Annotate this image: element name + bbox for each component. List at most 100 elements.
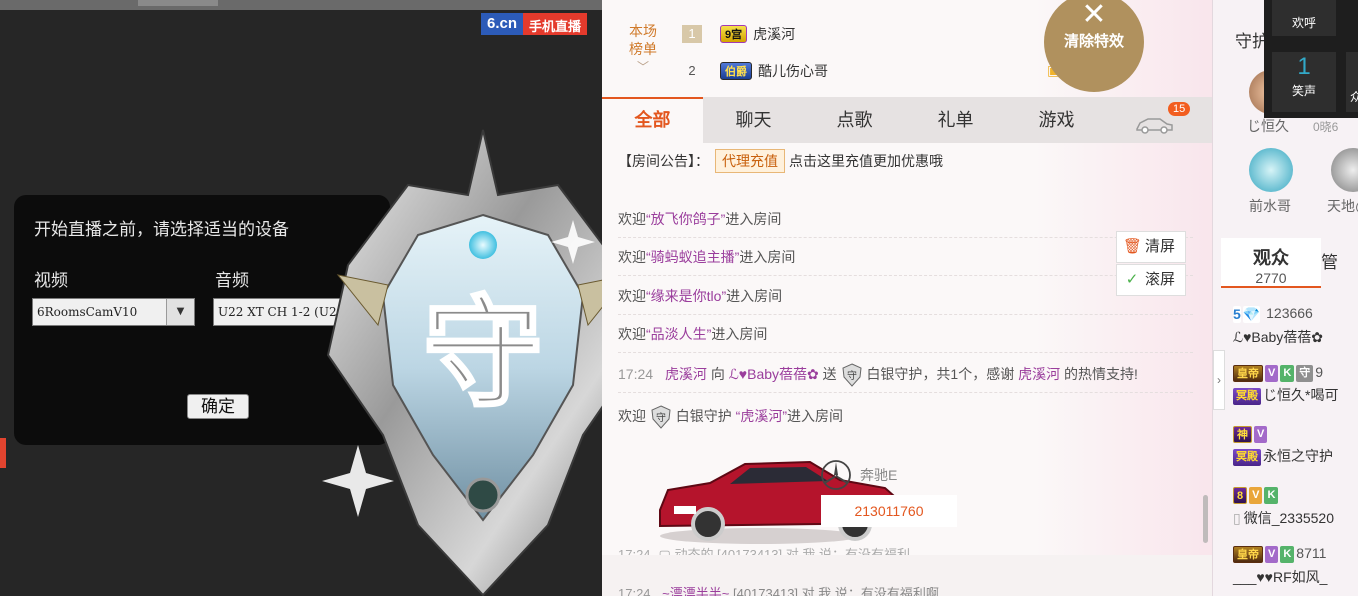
rank-number: 1: [682, 25, 702, 43]
svg-text:守: 守: [847, 369, 857, 382]
guard-name[interactable]: 0晓6: [1313, 118, 1338, 135]
cheer-label: 欢呼: [1291, 16, 1316, 30]
tab-song[interactable]: 点歌: [804, 97, 905, 143]
guard-name: 白银守护: [675, 408, 732, 424]
chat-panel: 本场 榜单 ﹀ 1 9宫 虎溪河 6120 2 伯爵 酷儿伤心哥 3080 ✕ …: [602, 0, 1212, 596]
guard-enter-message: 欢迎 守 白银守护 “虎溪河”进入房间: [618, 397, 1193, 435]
top-tab-stub[interactable]: [138, 0, 218, 6]
user-name-link[interactable]: “骑蚂蚁追主播”: [646, 249, 739, 265]
ranking-row[interactable]: 1 9宫 虎溪河 6120: [682, 19, 1103, 49]
user-name: 微信_2335520: [1243, 509, 1335, 526]
guard-name[interactable]: 前水哥: [1249, 196, 1291, 216]
auto-scroll-button[interactable]: ✓ 滚屏: [1116, 264, 1186, 296]
car-icon: [1136, 118, 1173, 134]
avatar[interactable]: [1249, 148, 1293, 192]
audience-item[interactable]: 皇帝 V K 8711 ___♥♥RF如风_: [1233, 545, 1358, 587]
avatar[interactable]: [1331, 148, 1358, 192]
sound-effects-widget: 欢呼 1 笑声 众: [1264, 0, 1358, 118]
laugh-button[interactable]: 1 笑声: [1272, 52, 1336, 112]
guard-badge: 守: [1296, 364, 1314, 382]
tab-manage[interactable]: 管: [1321, 248, 1338, 273]
auto-scroll-label: 滚屏: [1145, 271, 1176, 288]
guard-name[interactable]: じ恒久: [1247, 116, 1289, 136]
welcome-text: 欢迎: [618, 211, 646, 227]
chevron-right-icon[interactable]: ›: [1213, 350, 1225, 410]
video-top-bar: [0, 0, 602, 10]
welcome-text: 欢迎: [618, 408, 646, 424]
audio-label: 音频: [215, 271, 249, 290]
vip-badge: V: [1249, 486, 1263, 504]
gift-sender-link[interactable]: 虎溪河: [665, 366, 707, 382]
audience-item[interactable]: 神V 冥殿 永恒之守护: [1233, 425, 1358, 466]
agent-recharge-tag[interactable]: 代理充值: [715, 149, 785, 173]
audience-item[interactable]: 8VK ▯ 微信_2335520: [1233, 486, 1358, 528]
red-edge-tab[interactable]: [0, 438, 6, 468]
device-select-dialog: 开始直播之前，请选择适当的设备 视频 音频 6RoomsCamV10 ▼ U22…: [14, 195, 390, 445]
cheer-button[interactable]: 欢呼: [1272, 0, 1336, 36]
level-badge: 伯爵: [720, 62, 752, 80]
notice-prefix: 【房间公告】：: [618, 153, 709, 169]
ranking-title[interactable]: 本场 榜单 ﹀: [626, 22, 660, 76]
k-badge: K: [1280, 364, 1295, 382]
enter-text: 进入房间: [711, 326, 768, 342]
rank-user-name[interactable]: 虎溪河: [753, 24, 795, 44]
vip-badge: V: [1265, 545, 1279, 563]
rank-user-name[interactable]: 酷儿伤心哥: [758, 61, 828, 81]
audience-item[interactable]: 皇帝 V K 守 9 冥殿 じ恒久*喝可: [1233, 364, 1358, 405]
confirm-button[interactable]: 确定: [187, 394, 249, 419]
chat-message: 欢迎“放飞你鸽子”进入房间: [618, 200, 1193, 238]
gift-receiver-link[interactable]: ℒ♥Baby蓓蓓✿: [729, 366, 819, 382]
notice-text[interactable]: 点击这里充值更加优惠哦: [789, 151, 943, 171]
level-badge: 5: [1233, 305, 1241, 323]
chat-message: 欢迎“骑蚂蚁追主播”进入房间: [618, 238, 1193, 276]
hall-badge: 冥殿: [1233, 387, 1261, 405]
enter-text: 进入房间: [787, 408, 843, 424]
god-badge: 神: [1233, 425, 1252, 443]
user-name-link[interactable]: “放飞你鸽子”: [646, 211, 725, 227]
tab-cars[interactable]: 15: [1132, 97, 1192, 143]
hall-badge: 冥殿: [1233, 448, 1261, 466]
gift-tail: 的热情支持!: [1064, 366, 1138, 382]
guard-name[interactable]: 天地@: [1327, 196, 1358, 216]
user-id-partial: 9: [1315, 364, 1324, 380]
chat-messages: 【房间公告】： 代理充值 点击这里充值更加优惠哦 欢迎“放飞你鸽子”进入房间 欢…: [602, 143, 1212, 596]
audio-device-value: U22 XT CH 1-2 (U22: [218, 305, 345, 319]
tab-all[interactable]: 全部: [602, 97, 703, 143]
tab-chat[interactable]: 聊天: [703, 97, 804, 143]
user-name-link[interactable]: ~漂漂半半~: [662, 586, 729, 596]
car-owner-id[interactable]: 213011760: [821, 495, 957, 527]
thanks-user-link[interactable]: 虎溪河: [1018, 366, 1060, 382]
silver-guard-icon: 守: [651, 405, 671, 430]
third-sound-button[interactable]: 众: [1346, 52, 1358, 112]
user-name: じ恒久*喝可: [1263, 386, 1339, 403]
chat-tab-bar: 全部 聊天 点歌 礼单 游戏 15: [602, 97, 1212, 143]
user-name-link[interactable]: “缘来是你tlo”: [646, 288, 726, 304]
audience-item[interactable]: 5 💎 123666 ℒ♥Baby蓓蓓✿: [1233, 305, 1358, 347]
ranking-title-line1: 本场: [629, 23, 657, 39]
chevron-down-icon[interactable]: ﹀: [626, 58, 660, 76]
video-device-select[interactable]: 6RoomsCamV10 ▼: [32, 298, 195, 326]
user-name-link[interactable]: “虎溪河”: [736, 408, 787, 424]
tab-audience[interactable]: 观众 2770: [1221, 238, 1321, 288]
svg-text:守: 守: [656, 411, 666, 424]
car-brand: 奔驰E: [820, 459, 897, 491]
laugh-label: 笑声: [1291, 84, 1316, 98]
room-notice: 【房间公告】： 代理充值 点击这里充值更加优惠哦: [618, 149, 943, 173]
chevron-down-icon[interactable]: ▼: [166, 299, 194, 325]
video-label: 视频: [34, 271, 68, 290]
phone-icon: ▯: [1233, 509, 1241, 526]
tab-gifts[interactable]: 礼单: [905, 97, 1006, 143]
user-name: ___♥♥RF如风_: [1233, 568, 1328, 585]
chat-scrollbar[interactable]: [1203, 495, 1208, 543]
audio-device-select[interactable]: U22 XT CH 1-2 (U22: [213, 298, 373, 326]
user-name-link[interactable]: “品淡人生”: [646, 326, 711, 342]
clear-screen-button[interactable]: 🗑 清屏: [1116, 231, 1186, 263]
ranking-row[interactable]: 2 伯爵 酷儿伤心哥 3080: [682, 56, 1103, 86]
message-time: 17:24: [618, 586, 651, 596]
sixcn-logo[interactable]: 6.cn 手机直播: [481, 13, 588, 35]
check-circle-icon: ✓: [1125, 271, 1139, 288]
tab-games[interactable]: 游戏: [1006, 97, 1107, 143]
to-word: 向: [710, 366, 725, 382]
car-brand-name: 奔驰E: [860, 467, 898, 483]
clear-effects-label: 清除特效: [1063, 33, 1124, 50]
